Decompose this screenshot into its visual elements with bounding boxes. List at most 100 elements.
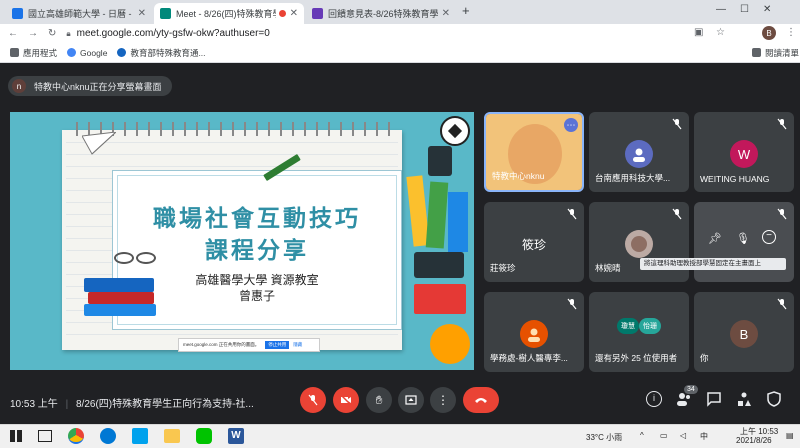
- windows-start-icon[interactable]: [10, 430, 22, 442]
- slide-subtitle: 高雄醫學大學 資源教室: [195, 273, 319, 287]
- self-tile[interactable]: B 你: [694, 292, 794, 372]
- forward-icon[interactable]: →: [28, 28, 38, 39]
- book-icon: [84, 278, 154, 292]
- tray-chevron-icon[interactable]: ^: [640, 431, 644, 440]
- host-controls-button[interactable]: [766, 391, 782, 412]
- profile-avatar[interactable]: B: [762, 26, 776, 40]
- remove-icon[interactable]: −: [762, 230, 776, 244]
- weather-text[interactable]: 33°C 小雨: [586, 432, 622, 443]
- share-bar-text: meet.google.com 正在共用你的畫面。: [183, 342, 260, 347]
- volume-icon[interactable]: ◁: [680, 431, 686, 440]
- participant-name: 還有另外 25 位使用者: [595, 353, 678, 363]
- mic-off-icon: [567, 298, 577, 310]
- participant-tile[interactable]: 學務處-樹人醫專李...: [484, 292, 584, 372]
- bookmark-special-education[interactable]: 教育部特殊教育通...: [117, 47, 206, 59]
- notification-icon[interactable]: ▤: [786, 431, 794, 440]
- line-icon[interactable]: [196, 428, 212, 444]
- edge-icon[interactable]: [100, 428, 116, 444]
- reading-list-icon: [752, 48, 761, 57]
- participant-name: 台南應用科技大學...: [595, 173, 671, 183]
- stop-sharing-button[interactable]: 停止共用: [265, 341, 290, 349]
- camera-toggle-button[interactable]: [333, 387, 359, 413]
- participant-name: 學務處-樹人醫專李...: [490, 353, 568, 363]
- participant-tile-presenter[interactable]: ⋯ 特教中心nknu: [484, 112, 584, 192]
- new-tab-button[interactable]: +: [462, 3, 470, 18]
- mic-off-icon: [777, 118, 787, 130]
- participant-tile[interactable]: 筱珍 莊筱珍: [484, 202, 584, 282]
- file-explorer-icon[interactable]: [164, 429, 180, 443]
- bookmark-apps[interactable]: 應用程式: [10, 47, 57, 59]
- shared-screen: 職場社會互動技巧 課程分享 高雄醫學大學 資源教室 曾惠子 meet.googl…: [10, 112, 474, 370]
- address-bar: ← → ↻ 🔒︎ meet.google.com/yty-gsfw-okw?au…: [0, 24, 800, 43]
- participant-tile[interactable]: 林婉晴: [589, 202, 689, 282]
- present-icon: [405, 395, 417, 405]
- network-icon[interactable]: ▭: [660, 431, 668, 440]
- word-icon[interactable]: W: [228, 428, 244, 444]
- close-icon[interactable]: ✕: [138, 8, 146, 19]
- meeting-details-icon[interactable]: i: [646, 391, 662, 407]
- calendar-favicon-icon: [12, 8, 23, 19]
- close-icon[interactable]: ✕: [442, 8, 450, 19]
- participant-tile[interactable]: W WEITING HUANG: [694, 112, 794, 192]
- url-text[interactable]: meet.google.com/yty-gsfw-okw?authuser=0: [77, 28, 270, 39]
- menu-icon[interactable]: ⋮: [786, 27, 796, 38]
- present-screen-button[interactable]: [398, 387, 424, 413]
- window-close-icon[interactable]: ✕: [763, 4, 785, 15]
- bookmark-label: 應用程式: [23, 47, 58, 58]
- tab-meet[interactable]: Meet - 8/26(四)特殊教育學生 ✕: [154, 3, 304, 24]
- bookmark-google[interactable]: Google: [67, 48, 107, 58]
- pin-icon[interactable]: 📌︎: [708, 232, 722, 245]
- glasses-icon: [114, 252, 134, 264]
- slide-title-line2: 課程分享: [205, 237, 309, 263]
- back-icon[interactable]: ←: [8, 28, 18, 39]
- participant-tile[interactable]: 台南應用科技大學...: [589, 112, 689, 192]
- chat-icon: [707, 392, 721, 407]
- store-icon[interactable]: [132, 428, 148, 444]
- task-view-icon[interactable]: [38, 430, 52, 442]
- participant-avatar: [520, 320, 548, 348]
- minimize-icon[interactable]: —: [716, 4, 740, 15]
- mute-participant-icon[interactable]: 🎙︎: [736, 232, 750, 245]
- reload-icon[interactable]: ↻: [48, 28, 56, 39]
- activities-button[interactable]: [736, 391, 752, 412]
- red-book-icon: [414, 284, 466, 314]
- participants-button[interactable]: 34: [676, 385, 698, 412]
- chrome-icon[interactable]: [68, 428, 84, 444]
- tab-calendar[interactable]: 國立高雄師範大學 - 日曆 - 2021年 ✕: [6, 3, 152, 24]
- more-options-button[interactable]: ⋮: [430, 387, 456, 413]
- raise-hand-button[interactable]: ✋︎: [366, 387, 392, 413]
- camera-permission-icon[interactable]: ▣: [694, 27, 703, 38]
- clock-date[interactable]: 2021/8/26: [736, 436, 772, 445]
- participant-avatar: [625, 230, 653, 258]
- hang-up-icon: [475, 398, 487, 403]
- apps-grid-icon: [10, 48, 19, 57]
- participant-tile-hover[interactable]: 📌︎ 🎙︎ −: [694, 202, 794, 282]
- mic-toggle-button[interactable]: [300, 387, 326, 413]
- meeting-controls-bar: 10:53 上午 | 8/26(四)特殊教育學生正向行為支持-社... ✋︎ ⋮…: [0, 382, 800, 424]
- participant-avatar: W: [730, 140, 758, 168]
- window-controls: —☐✕: [716, 4, 785, 15]
- bookmarks-bar: 應用程式 Google 教育部特殊教育通... 閱讀清單: [0, 43, 800, 63]
- tab-feedback-form[interactable]: 回饋意見表-8/26特殊教育學生正向 ✕: [306, 3, 456, 24]
- leave-call-button[interactable]: [463, 387, 499, 413]
- more-participants-tile[interactable]: 瓊慧 怡珊 還有另外 25 位使用者: [589, 292, 689, 372]
- camera-off-icon: [340, 394, 352, 406]
- meeting-title: 8/26(四)特殊教育學生正向行為支持-社...: [75, 399, 254, 410]
- mic-off-icon: [777, 208, 787, 220]
- bookmark-label: 教育部特殊教育通...: [130, 47, 206, 58]
- browser-tab-bar: 國立高雄師範大學 - 日曆 - 2021年 ✕ Meet - 8/26(四)特殊…: [0, 0, 800, 24]
- crayon-icon: [448, 192, 468, 252]
- more-options-icon[interactable]: ⋯: [564, 118, 578, 132]
- bookmark-label: Google: [80, 47, 108, 58]
- hide-button[interactable]: 隱藏: [293, 342, 302, 348]
- chat-button[interactable]: [706, 391, 722, 412]
- mic-off-icon: [308, 394, 318, 406]
- star-icon[interactable]: ☆: [716, 27, 725, 38]
- meeting-time: 10:53 上午: [10, 399, 58, 410]
- meet-main: n 特教中心nknu正在分享螢幕畫面 職場社會互動技巧 課程分享 高雄醫學大學 …: [0, 64, 800, 424]
- presenting-banner: n 特教中心nknu正在分享螢幕畫面: [8, 76, 172, 96]
- close-icon[interactable]: ✕: [290, 8, 298, 19]
- maximize-icon[interactable]: ☐: [740, 4, 763, 15]
- reading-list[interactable]: 閱讀清單: [752, 47, 799, 59]
- ime-indicator[interactable]: 中: [700, 431, 708, 442]
